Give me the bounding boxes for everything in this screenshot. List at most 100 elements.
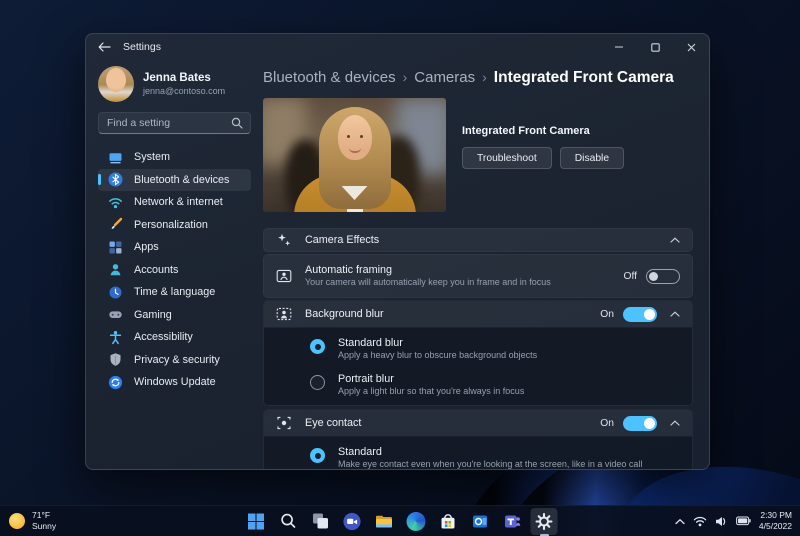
troubleshoot-button[interactable]: Troubleshoot [462,147,552,169]
speaker-icon[interactable] [715,516,728,527]
time-language-icon [108,285,123,300]
window-title: Settings [123,41,161,53]
back-button[interactable] [98,42,111,52]
tray-date: 4/5/2022 [759,521,792,532]
personalization-icon [108,217,123,232]
taskbar-apps [243,506,558,536]
file-explorer-icon[interactable] [371,508,398,535]
page-title: Integrated Front Camera [494,69,674,86]
close-button[interactable] [673,34,709,60]
sidebar-item-apps[interactable]: Apps [98,236,251,259]
outlook-icon[interactable] [467,508,494,535]
teams-icon[interactable] [499,508,526,535]
sidebar-item-network-internet[interactable]: Network & internet [98,191,251,214]
search-input[interactable] [99,117,231,129]
network-icon [108,195,123,210]
search-icon[interactable] [275,508,302,535]
background-blur-header[interactable]: Background blur On [264,301,692,328]
task-view-icon[interactable] [307,508,334,535]
edge-icon[interactable] [403,508,430,535]
breadcrumb-bluetooth-devices[interactable]: Bluetooth & devices [263,69,396,86]
sidebar-item-accessibility[interactable]: Accessibility [98,326,251,349]
gaming-icon [108,307,123,322]
background-blur-toggle[interactable] [623,307,657,322]
weather-widget[interactable]: 71°F Sunny [9,506,56,536]
taskbar: 71°F Sunny [0,505,800,536]
main-content: Bluetooth & devices›Cameras›Integrated F… [263,60,709,469]
automatic-framing-toggle[interactable] [646,269,680,284]
automatic-framing-icon [276,268,292,284]
sidebar-item-gaming[interactable]: Gaming [98,304,251,327]
background-blur-icon [276,306,292,322]
maximize-button[interactable] [637,34,673,60]
eye-contact-standard-option[interactable]: Standard Make eye contact even when you'… [264,437,692,470]
eye-contact-standard-radio[interactable] [310,448,325,463]
sidebar-item-time-language[interactable]: Time & language [98,281,251,304]
sidebar-item-personalization[interactable]: Personalization [98,214,251,237]
background-blur-state: On [600,309,614,320]
sidebar: Jenna Bates jenna@contoso.com System [86,60,263,469]
camera-effects-icon [276,232,292,248]
breadcrumb: Bluetooth & devices›Cameras›Integrated F… [263,69,691,87]
portrait-blur-radio[interactable] [310,375,325,390]
chevron-up-icon[interactable] [670,311,680,317]
sun-icon [9,513,25,529]
disable-button[interactable]: Disable [560,147,624,169]
tray-time: 2:30 PM [759,510,792,521]
sidebar-nav: System Bluetooth & devices Network & int… [98,146,251,394]
standard-blur-radio[interactable] [310,339,325,354]
clock[interactable]: 2:30 PM 4/5/2022 [759,510,792,532]
device-name: Integrated Front Camera [462,125,624,137]
start-icon[interactable] [243,508,270,535]
sidebar-item-accounts[interactable]: Accounts [98,259,251,282]
sidebar-item-system[interactable]: System [98,146,251,169]
chevron-up-icon[interactable] [670,237,680,243]
automatic-framing-description: Your camera will automatically keep you … [305,277,551,289]
store-icon[interactable] [435,508,462,535]
eye-contact-icon [276,415,292,431]
breadcrumb-cameras[interactable]: Cameras [414,69,475,86]
window-controls [601,34,709,60]
camera-effects-header[interactable]: Camera Effects [263,228,693,252]
eye-contact-label: Eye contact [305,417,361,429]
minimize-button[interactable] [601,34,637,60]
search-box[interactable] [98,112,251,134]
camera-preview [263,98,446,212]
settings-icon[interactable] [531,508,558,535]
selected-indicator [98,174,101,185]
sidebar-item-windows-update[interactable]: Windows Update [98,371,251,394]
eye-contact-toggle[interactable] [623,416,657,431]
chevron-up-icon[interactable] [670,420,680,426]
accounts-icon [108,262,123,277]
apps-icon [108,240,123,255]
standard-blur-option[interactable]: Standard blur Apply a heavy blur to obsc… [264,328,692,370]
user-account[interactable]: Jenna Bates jenna@contoso.com [98,66,251,102]
automatic-framing-label: Automatic framing [305,263,551,277]
weather-temperature: 71°F [32,510,56,521]
eye-contact-header[interactable]: Eye contact On [264,410,692,437]
eye-contact-state: On [600,418,614,429]
titlebar: Settings [86,34,709,60]
automatic-framing-state: Off [623,271,637,282]
privacy-security-icon [108,352,123,367]
sidebar-item-privacy-security[interactable]: Privacy & security [98,349,251,372]
eye-contact-group: Eye contact On Standard [263,409,693,470]
wifi-icon[interactable] [693,516,707,527]
system-icon [108,150,123,165]
desktop: Settings Jenna Bates jenna@contoso.com [0,0,800,536]
accessibility-icon [108,330,123,345]
chat-icon[interactable] [339,508,366,535]
sidebar-item-bluetooth-devices[interactable]: Bluetooth & devices [98,169,251,192]
user-email: jenna@contoso.com [143,86,225,97]
bluetooth-icon [108,172,123,187]
windows-update-icon [108,375,123,390]
background-blur-group: Background blur On Standard blur [263,300,693,406]
tray-chevron-up-icon[interactable] [675,518,685,525]
user-name: Jenna Bates [143,71,225,85]
battery-icon[interactable] [736,516,751,526]
automatic-framing-row: Automatic framing Your camera will autom… [263,254,693,298]
search-icon [231,117,243,129]
background-blur-label: Background blur [305,308,384,320]
weather-condition: Sunny [32,521,56,532]
portrait-blur-option[interactable]: Portrait blur Apply a light blur so that… [264,370,692,406]
